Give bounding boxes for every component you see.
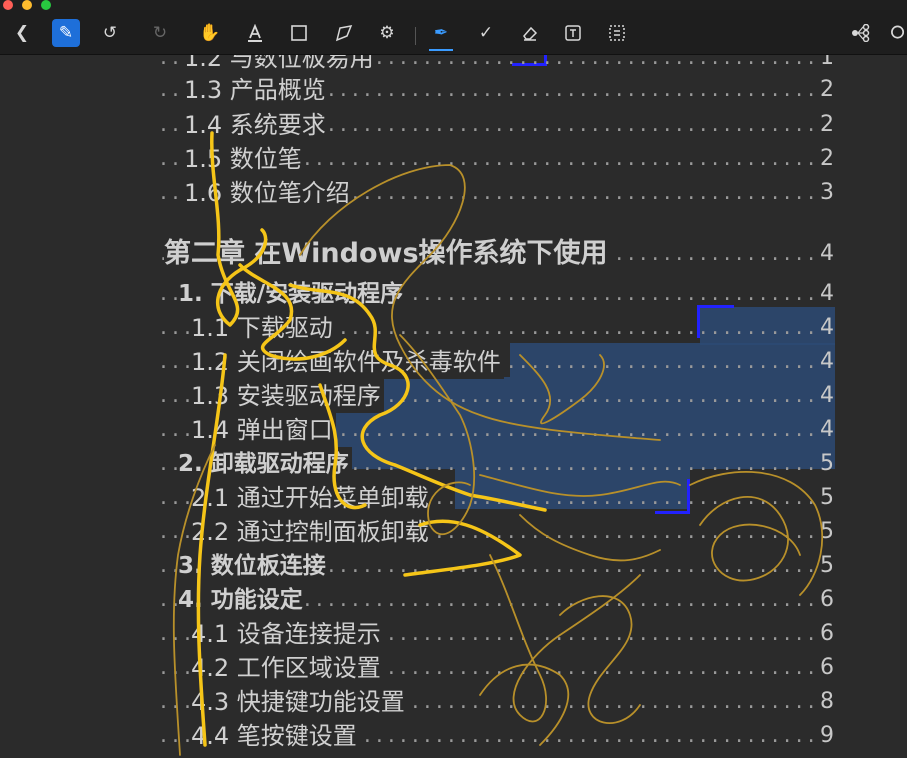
- toc-entry-page: 5: [820, 451, 834, 476]
- lasso-button[interactable]: [330, 19, 358, 47]
- toc-entry[interactable]: ........................................…: [0, 481, 907, 515]
- toc-entry-page: 6: [820, 655, 834, 680]
- back-icon: ❮: [14, 23, 30, 43]
- toc-entry-page: 5: [820, 485, 834, 510]
- toc-entry-title: 第二章 在Windows操作系统下使用: [164, 237, 611, 271]
- toc-entry-page: 4: [820, 349, 834, 374]
- toc-entry[interactable]: ........................................…: [0, 549, 907, 583]
- toc-entry-page: 8: [820, 689, 834, 714]
- toc-entry-title: 1.2 与数位板易用: [184, 55, 377, 75]
- toc-entry-page: 4: [820, 383, 834, 408]
- toc-entry[interactable]: ........................................…: [0, 311, 907, 345]
- toc-entry-page: 2: [820, 146, 834, 171]
- close-window-button[interactable]: [3, 0, 13, 10]
- document-page[interactable]: ........................................…: [0, 55, 907, 758]
- rect-select-button[interactable]: [285, 19, 313, 47]
- toc-entry-page: 3: [820, 180, 834, 205]
- lasso-icon: [335, 25, 353, 42]
- textbox-button[interactable]: [559, 19, 587, 47]
- minimize-window-button[interactable]: [22, 0, 32, 10]
- highlighter-button[interactable]: ✓: [472, 19, 500, 47]
- toc-entry[interactable]: ........................................…: [0, 379, 907, 413]
- hand-icon: ✋: [199, 23, 221, 43]
- redo-icon: ↻: [152, 23, 168, 43]
- window-titlebar: [0, 0, 907, 10]
- toc-entry[interactable]: ........................................…: [0, 73, 907, 107]
- toc-entry-page: 4: [820, 315, 834, 340]
- eraser-button[interactable]: [516, 19, 544, 47]
- toc-entry-title: 4.3 快捷键功能设置: [191, 685, 408, 719]
- toc-entry-page: 5: [820, 553, 834, 578]
- highlighter-icon: ✓: [478, 23, 494, 43]
- toc-entry[interactable]: ........................................…: [0, 345, 907, 379]
- toc-entry[interactable]: ........................................…: [0, 413, 907, 447]
- text-highlight-button[interactable]: [241, 19, 269, 47]
- toc-entry[interactable]: ........................................…: [0, 55, 907, 75]
- toc-entry-page: 5: [820, 519, 834, 544]
- marker-icon: ✒: [433, 23, 449, 43]
- pen-tool-button[interactable]: ✎: [52, 19, 80, 47]
- toc-entry-title: 1.3 产品概览: [184, 73, 329, 107]
- pen-icon: ✎: [58, 23, 74, 43]
- annotation-toolbar: ❮ ✎ ↺ ↻ ✋ ⚙ ✒ ✓: [0, 10, 907, 55]
- toc-entry[interactable]: ........................................…: [0, 142, 907, 176]
- toc-entry-title: 1.3 安装驱动程序: [191, 379, 384, 413]
- rect-select-icon: [291, 25, 307, 41]
- toc-entry-page: 6: [820, 621, 834, 646]
- toc-entry[interactable]: ........................................…: [0, 685, 907, 719]
- toc-entry-page: 9: [820, 723, 834, 748]
- toc-entry-title: 4.1 设备连接提示: [191, 617, 384, 651]
- toc-entry[interactable]: ........................................…: [0, 447, 907, 481]
- toc-entry[interactable]: ........................................…: [0, 176, 907, 210]
- select-all-icon: [609, 25, 625, 41]
- toc-entry[interactable]: ........................................…: [0, 108, 907, 142]
- toolbar-divider: [415, 27, 416, 45]
- toc-entry-title: 1.4 系统要求: [184, 108, 329, 142]
- textbox-icon: [565, 25, 581, 41]
- share-button[interactable]: [847, 19, 875, 47]
- toc-entry-title: 2.1 通过开始菜单卸载: [191, 481, 432, 515]
- toc-entry-page: 4: [820, 281, 834, 306]
- toc-entry-title: 1. 下载/安装驱动程序: [178, 277, 407, 311]
- toc-entry[interactable]: ........................................…: [0, 515, 907, 549]
- undo-button[interactable]: ↺: [96, 19, 124, 47]
- toc-entry-title: 1.1 下载驱动: [191, 311, 336, 345]
- text-highlight-icon: [248, 24, 262, 42]
- select-all-button[interactable]: [603, 19, 631, 47]
- toc-entry-title: 2.2 通过控制面板卸载: [191, 515, 432, 549]
- toc-entry[interactable]: ........................................…: [0, 277, 907, 311]
- search-button[interactable]: [890, 19, 907, 47]
- toc-entry-title: 1.4 弹出窗口: [191, 413, 336, 447]
- toc-entry-title: 1.6 数位笔介绍: [184, 176, 353, 210]
- toc-entry-title: 4.4 笔按键设置: [191, 719, 360, 753]
- toc-entry-page: 6: [820, 587, 834, 612]
- toc-entry-title: 4.2 工作区域设置: [191, 651, 384, 685]
- undo-icon: ↺: [102, 23, 118, 43]
- toc-entry[interactable]: ........................................…: [0, 651, 907, 685]
- settings-icon: ⚙: [379, 23, 395, 43]
- toc-entry-page: 4: [820, 241, 834, 266]
- toc-entry[interactable]: ........................................…: [0, 237, 907, 271]
- hand-tool-button[interactable]: ✋: [196, 19, 224, 47]
- toc-entry-page: 1: [820, 55, 834, 70]
- marker-button[interactable]: ✒: [427, 19, 455, 51]
- search-icon: [891, 25, 905, 39]
- toc-entry-title: 1.2 关闭绘画软件及杀毒软件: [191, 345, 504, 379]
- settings-button[interactable]: ⚙: [373, 19, 401, 47]
- redo-button[interactable]: ↻: [146, 19, 174, 47]
- toc-entry[interactable]: ........................................…: [0, 719, 907, 753]
- share-icon: [852, 24, 870, 42]
- toc-entry-title: 1.5 数位笔: [184, 142, 305, 176]
- maximize-window-button[interactable]: [41, 0, 51, 10]
- toc-entry[interactable]: ........................................…: [0, 583, 907, 617]
- toc-entry-page: 4: [820, 417, 834, 442]
- toc-entry[interactable]: ........................................…: [0, 617, 907, 651]
- back-button[interactable]: ❮: [8, 19, 36, 47]
- toc-entry-page: 2: [820, 112, 834, 137]
- toc-entry-title: 3. 数位板连接: [178, 549, 329, 583]
- eraser-icon: [523, 26, 538, 41]
- toc-entry-page: 2: [820, 77, 834, 102]
- toc-entry-title: 2. 卸载驱动程序: [178, 447, 352, 481]
- toc-entry-title: 4. 功能设定: [178, 583, 306, 617]
